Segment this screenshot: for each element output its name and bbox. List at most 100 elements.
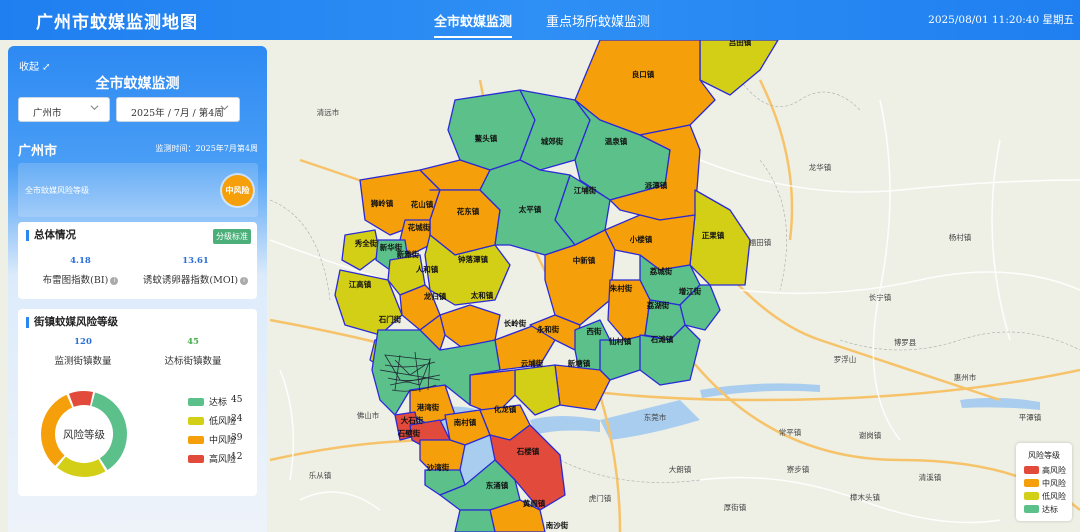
city-select-value: 广州市 (33, 108, 62, 119)
legend-label: 高风险 (1042, 466, 1066, 475)
map-region-label: 江埔街 (574, 185, 597, 195)
map-city-label: 乐从镇 (309, 470, 332, 480)
legend-label: 达标 (209, 398, 228, 408)
map-region-label: 花城街 (408, 222, 431, 232)
map-region-label: 花山镇 (411, 199, 434, 209)
map-region-label: 正果镇 (702, 230, 725, 240)
map-region-label: 荔城街 (649, 266, 673, 276)
map-region-label: 中新镇 (573, 255, 596, 265)
top-header: 广州市蚊媒监测地图 全市蚊媒监测 重点场所蚊媒监测 2025/08/01 11:… (0, 0, 1080, 40)
map-city-label: 东莞市 (644, 412, 667, 422)
map-city-label: 惠州市 (954, 372, 977, 382)
legend-label: 中风险 (1042, 479, 1066, 488)
legend-swatch (1024, 479, 1039, 487)
map-legend-title: 风险等级 (1028, 451, 1060, 460)
moi-value: 13.61 (182, 256, 209, 266)
map-legend-item[interactable]: 低风险 (1024, 491, 1066, 502)
overview-title: 总体情况 (26, 230, 76, 241)
map-region-label: 长岭街 (504, 318, 527, 328)
map-city-label: 博罗县 (894, 337, 917, 347)
map-region-label: 新雅街 (397, 249, 420, 259)
legend-count: 24 (231, 414, 243, 424)
monitor-time: 监测时间：2025年7月第4周 (155, 144, 258, 153)
map-city-label: 罗浮山 (834, 354, 857, 364)
legend-count: 39 (231, 433, 243, 443)
map-region-label: 温泉镇 (605, 136, 628, 146)
bi-label: 布雷图指数(BI) (42, 275, 109, 286)
map-region-label: 永和街 (536, 324, 560, 334)
legend-label: 低风险 (1042, 492, 1066, 501)
map-region-label: 派潭镇 (645, 180, 668, 190)
map-region-label: 南村镇 (454, 417, 477, 427)
map-region-label: 黄阁镇 (523, 498, 546, 508)
map-legend-item[interactable]: 中风险 (1024, 478, 1066, 489)
map-city-label: 樟木头镇 (850, 492, 880, 502)
legend-count: 45 (231, 395, 243, 405)
map-region-label: 小楼镇 (630, 234, 653, 244)
bi-value: 4.18 (70, 256, 91, 266)
map-region-label: 东涌镇 (486, 480, 509, 490)
map-legend: 风险等级 高风险中风险低风险达标 (1016, 443, 1072, 521)
risk-legend-item[interactable]: 高风险 12 (188, 452, 242, 465)
map-city-label: 清远市 (317, 107, 340, 117)
map-region-label: 石楼镇 (516, 446, 540, 456)
app-title: 广州市蚊媒监测地图 (36, 13, 198, 33)
map-region-label: 龙归镇 (424, 291, 447, 301)
map-region-label: 石门街 (378, 314, 402, 324)
week-select[interactable]: 2025年 / 7月 / 第4周 (116, 97, 240, 122)
overview-card: 总体情况 分级标准 4.18 布雷图指数(BI) i 13.61 诱蚊诱卵器指数(… (18, 222, 257, 299)
street-risk-card: 街镇蚊媒风险等级 120 监测街镇数量 45 达标街镇数量 风险等级 达标 45 低… (18, 309, 257, 496)
map-city-label: 平潭镇 (1019, 412, 1042, 422)
map-region-label: 石壁街 (397, 428, 421, 438)
info-icon[interactable]: i (110, 277, 119, 285)
map-legend-item[interactable]: 高风险 (1024, 465, 1066, 476)
map-region-label: 太和镇 (471, 290, 494, 300)
grading-standard-button[interactable]: 分级标准 (213, 229, 251, 244)
legend-label: 达标 (1042, 505, 1058, 514)
map-region-label: 城郊街 (541, 136, 564, 146)
map-region-label: 秀全街 (354, 238, 378, 248)
legend-swatch (1024, 492, 1039, 500)
panel-title: 全市蚊媒监测 (95, 76, 180, 92)
legend-swatch (1024, 505, 1039, 513)
street-risk-title: 街镇蚊媒风险等级 (26, 317, 118, 328)
map-legend-item[interactable]: 达标 (1024, 504, 1058, 515)
legend-swatch (188, 436, 204, 444)
monitored-streets-value: 120 (74, 337, 92, 347)
map-region-label: 化龙镇 (494, 404, 517, 414)
map-city-label: 龙华镇 (809, 162, 832, 172)
moi-stat: 13.61 诱蚊诱卵器指数(MOI) i (138, 256, 253, 286)
map-region-label: 太平镇 (519, 204, 542, 214)
risk-legend-item[interactable]: 中风险 39 (188, 433, 242, 446)
city-select[interactable]: 广州市 (18, 97, 110, 122)
collapse-button[interactable]: 收起 ⤢ (19, 58, 51, 73)
risk-donut-chart[interactable]: 风险等级 (34, 384, 134, 484)
map-region-label: 钟落潭镇 (458, 254, 488, 264)
citywide-risk-row: 全市蚊媒风险等级 中风险 (18, 163, 258, 217)
map-city-label: 佛山市 (357, 410, 380, 420)
legend-swatch (188, 398, 204, 406)
tab-key-sites-monitoring[interactable]: 重点场所蚊媒监测 (546, 11, 650, 30)
map-region-label: 仙村镇 (609, 336, 632, 346)
risk-level-badge: 中风险 (222, 175, 253, 206)
map-region-label: 花东镇 (457, 206, 480, 216)
map-region-label: 人和镇 (416, 264, 439, 274)
map-city-label: 长宁镇 (869, 292, 892, 302)
map-city-label: 寮步镇 (787, 464, 810, 474)
risk-legend-item[interactable]: 达标 45 (188, 395, 242, 408)
chevron-down-icon (220, 105, 229, 111)
city-name: 广州市 (18, 144, 58, 159)
risk-legend-item[interactable]: 低风险 24 (188, 414, 242, 427)
map-region-label: 港湾街 (417, 402, 440, 412)
map-region-label: 新塘镇 (568, 358, 591, 368)
week-select-value: 2025年 / 7月 / 第4周 (131, 108, 224, 119)
map-region-label: 南沙街 (546, 520, 569, 530)
chevron-down-icon (90, 105, 99, 111)
monitored-streets-stat: 120 监测街镇数量 (48, 337, 118, 367)
map-city-label: 虎门镇 (589, 493, 612, 503)
tab-citywide-monitoring[interactable]: 全市蚊媒监测 (434, 11, 513, 38)
info-icon[interactable]: i (240, 277, 249, 285)
map-city-label: 常平镇 (779, 427, 802, 437)
map-city-label: 大朗镇 (669, 464, 692, 474)
map-city-label: 福田镇 (749, 237, 772, 247)
